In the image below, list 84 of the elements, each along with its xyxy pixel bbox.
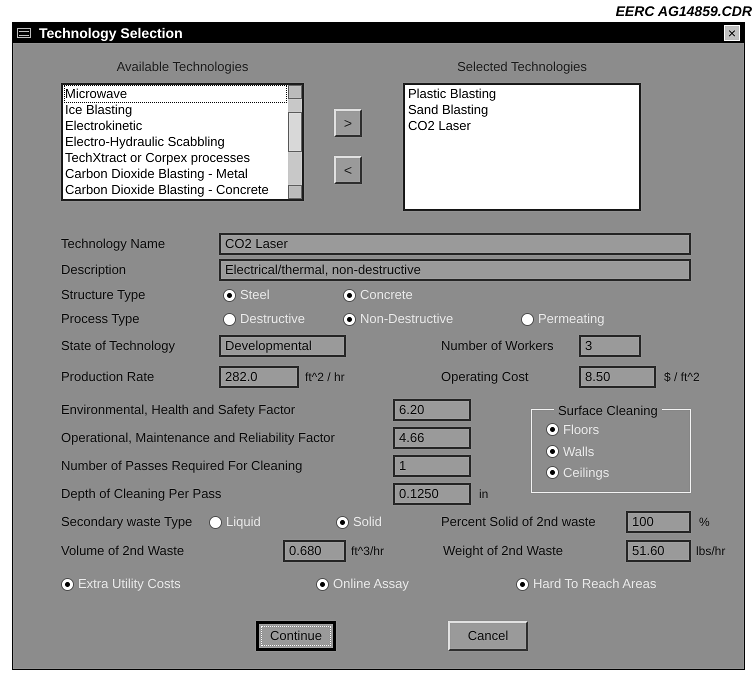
radio-button[interactable]	[209, 516, 222, 528]
list-item[interactable]: Electrokinetic	[65, 118, 286, 134]
list-item[interactable]: Carbon Dioxide Blasting - Concrete	[65, 182, 286, 198]
field-label: Number of Workers	[441, 337, 554, 356]
field-label: Volume of 2nd Waste	[61, 542, 186, 560]
selected-list[interactable]: Plastic Blasting Sand Blasting CO2 Laser	[403, 83, 641, 211]
radio-button[interactable]	[546, 423, 559, 436]
option-label: Walls	[563, 442, 594, 460]
option-label: Liquid	[226, 513, 261, 532]
text-field[interactable]: 8.50	[579, 366, 656, 388]
move-button[interactable]: >	[334, 109, 362, 137]
list-item[interactable]: Sand Blasting	[408, 102, 636, 118]
text-field[interactable]: CO2 Laser	[219, 233, 691, 255]
option-label: Ceilings	[563, 464, 610, 482]
option-label: Permeating	[538, 310, 604, 328]
field-label: Operating Cost	[441, 368, 530, 386]
field-label: State of Technology	[61, 337, 176, 356]
list-heading: Available Technologies	[116, 58, 250, 75]
radio-button[interactable]	[521, 312, 534, 326]
radio-button[interactable]	[546, 466, 559, 480]
list-item[interactable]: Plastic Blasting	[408, 86, 636, 102]
option-label: Online Assay	[333, 575, 409, 594]
radio-button[interactable]	[546, 444, 559, 458]
list-item[interactable]: Ice Blasting	[65, 102, 286, 118]
option-label: Extra Utility Costs	[78, 575, 181, 594]
move-button[interactable]: <	[334, 156, 362, 184]
option-label: Concrete	[360, 286, 413, 304]
radio-button[interactable]	[223, 288, 236, 302]
text-field[interactable]: 6.20	[393, 399, 471, 421]
unit-label: in	[479, 487, 488, 501]
text-field[interactable]: 0.1250	[393, 483, 471, 505]
close-button[interactable]: ×	[724, 25, 740, 41]
scrollbar[interactable]	[288, 85, 302, 199]
radio-button[interactable]	[61, 578, 74, 590]
unit-label: $ / ft^2	[664, 369, 700, 386]
field-label: Weight of 2nd Waste	[443, 542, 564, 560]
text-field[interactable]: 3	[579, 335, 641, 357]
figure-caption: EERC AG14859.CDR	[616, 2, 752, 21]
radio-button[interactable]	[343, 288, 356, 302]
unit-label: %	[699, 515, 710, 529]
dialog-button[interactable]: Continue	[256, 621, 336, 651]
text-field[interactable]: 282.0	[219, 366, 299, 388]
text-field[interactable]: Electrical/thermal, non-destructive	[219, 259, 691, 281]
list-item[interactable]: Microwave	[65, 86, 286, 102]
text-field[interactable]: 4.66	[393, 427, 471, 449]
list-item[interactable]: TechXtract or Corpex processes	[65, 150, 286, 166]
field-label: Number of Passes Required For Cleaning	[61, 457, 304, 476]
field-label: Secondary waste Type	[61, 513, 194, 532]
option-label: Non-Destructive	[360, 310, 454, 328]
field-label: Structure Type	[61, 286, 146, 304]
list-heading: Selected Technologies	[456, 58, 588, 75]
available-list[interactable]: Microwave Ice Blasting Electrokinetic Electro-Hydraulic Scabbling TechXtract or Corpex processes Carbon Dioxide Blasting - Metal Carbon Dioxide Blasting - Concrete	[61, 83, 304, 201]
list-item[interactable]: CO2 Laser	[408, 118, 636, 134]
option-label: Floors	[563, 421, 600, 439]
field-label: Operational, Maintenance and Reliability Factor	[61, 429, 336, 448]
list-item[interactable]: Electro-Hydraulic Scabbling	[65, 134, 286, 150]
option-label: Solid	[353, 513, 382, 532]
list-item[interactable]: Carbon Dioxide Blasting - Metal	[65, 166, 286, 182]
window-title: Technology Selection	[39, 24, 184, 43]
field-label: Production Rate	[61, 368, 156, 386]
unit-label: ft^3/hr	[351, 544, 384, 558]
unit-label: ft^2 / hr	[305, 370, 345, 384]
text-field[interactable]: 51.60	[626, 540, 691, 562]
window-menu-icon[interactable]	[17, 28, 31, 38]
radio-button[interactable]	[343, 312, 356, 326]
field-label: Environmental, Health and Safety Factor	[61, 401, 296, 420]
field-label: Depth of Cleaning Per Pass	[61, 485, 222, 504]
option-label: Steel	[240, 286, 270, 304]
radio-button[interactable]	[223, 312, 236, 326]
text-field[interactable]: 0.680	[283, 540, 346, 562]
text-field[interactable]: 1	[393, 455, 471, 477]
unit-label: lbs/hr	[696, 544, 726, 558]
field-label: Description	[61, 261, 128, 280]
radio-button[interactable]	[336, 516, 349, 528]
option-label: Destructive	[240, 310, 306, 328]
field-label: Process Type	[61, 310, 141, 328]
radio-button[interactable]	[516, 578, 529, 590]
text-field[interactable]: Developmental	[219, 335, 346, 357]
text-field[interactable]: 100	[626, 511, 691, 533]
dialog-button[interactable]: Cancel	[448, 621, 528, 651]
option-label: Hard To Reach Areas	[533, 575, 656, 594]
field-label: Technology Name	[61, 235, 166, 254]
field-label: Percent Solid of 2nd waste	[441, 513, 597, 532]
radio-button[interactable]	[316, 578, 329, 590]
